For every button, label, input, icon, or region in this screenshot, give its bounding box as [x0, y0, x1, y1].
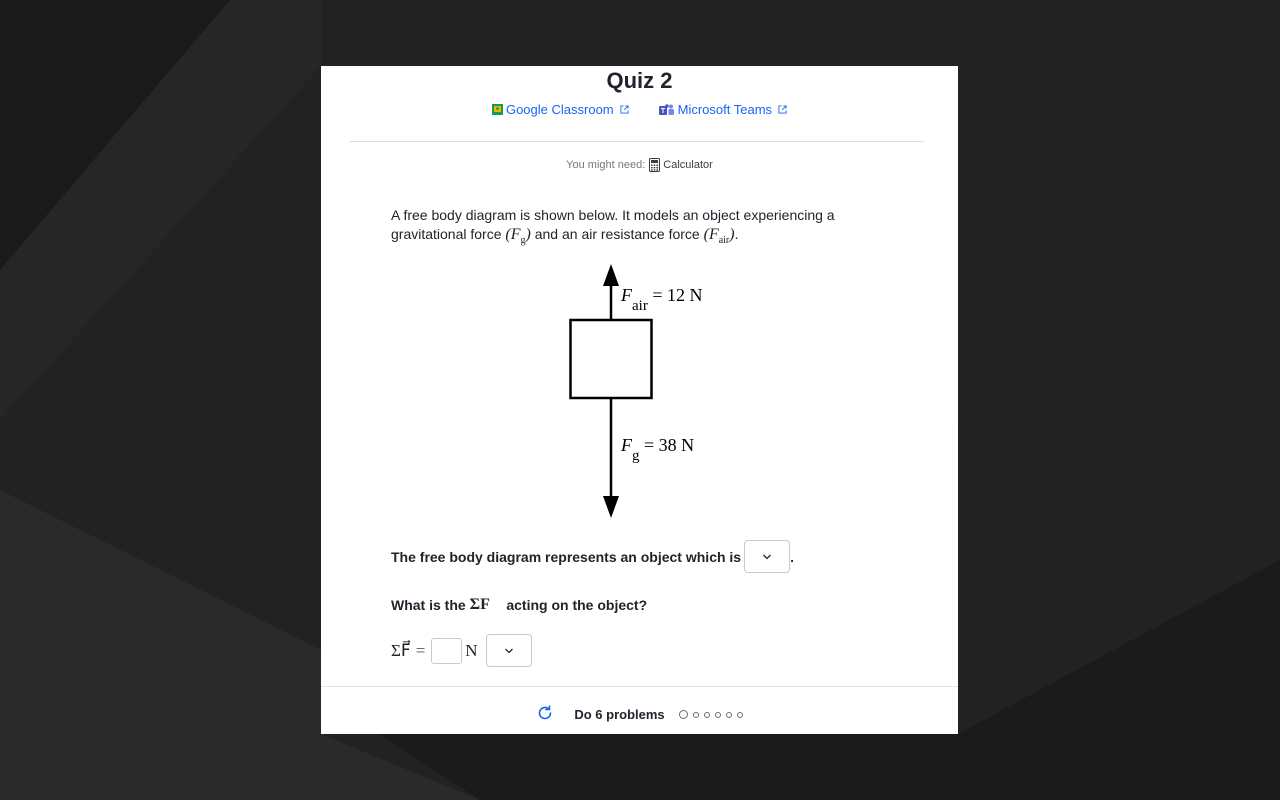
- google-classroom-label: Google Classroom: [505, 102, 614, 117]
- retry-button[interactable]: [536, 704, 554, 725]
- tools-row: You might need: Calculator: [321, 158, 958, 172]
- question-text: A free body diagram is shown below. It m…: [391, 206, 891, 250]
- problem-count-label: Do 6 problems: [574, 707, 665, 722]
- google-classroom-link[interactable]: Google Classroom: [491, 102, 629, 117]
- air-resistance-label: Fair = 12 N: [620, 285, 702, 314]
- external-link-icon: [778, 105, 787, 114]
- question-text-part3: .: [734, 226, 739, 242]
- tools-prefix: You might need:: [566, 159, 646, 171]
- quiz-card: Quiz 2 Google Classroom T Microsoft Team…: [321, 66, 958, 734]
- direction-dropdown[interactable]: [485, 634, 532, 667]
- calculator-link[interactable]: Calculator: [649, 158, 713, 172]
- progress-dot: [736, 711, 743, 718]
- motion-prompt-text: The free body diagram represents an obje…: [391, 548, 742, 565]
- progress-dot: [703, 711, 710, 718]
- fair-math: (Fair): [703, 226, 735, 247]
- question-text-part2: and an air resistance force: [530, 226, 704, 242]
- microsoft-teams-link[interactable]: T Microsoft Teams: [658, 102, 787, 117]
- free-body-diagram: Fair = 12 N Fg = 38 N: [569, 264, 702, 518]
- calculator-icon: [649, 158, 661, 172]
- calculator-label: Calculator: [663, 159, 713, 171]
- microsoft-teams-icon: T: [658, 103, 674, 115]
- fg-math: (Fg): [505, 226, 531, 247]
- motion-prompt-suffix: .: [790, 548, 794, 565]
- share-row: Google Classroom T Microsoft Teams: [321, 102, 958, 117]
- answer-row: ΣF⃗ = N: [391, 634, 532, 667]
- answer-unit: N: [465, 640, 478, 660]
- progress-dot: [678, 710, 688, 719]
- progress-dot: [725, 711, 732, 718]
- progress-dots: [678, 710, 743, 719]
- refresh-icon: [539, 705, 552, 720]
- progress-dot: [692, 711, 699, 718]
- answer-equals: =: [415, 640, 426, 660]
- chevron-down-icon: [504, 648, 513, 653]
- air-resistance-arrow-head: [603, 264, 619, 286]
- net-force-input[interactable]: [431, 637, 463, 664]
- net-force-prompt-after: acting on the object?: [506, 597, 648, 613]
- chevron-down-icon: [763, 554, 772, 559]
- gravity-label: Fg = 38 N: [620, 435, 694, 464]
- microsoft-teams-label: Microsoft Teams: [677, 102, 773, 117]
- header-divider: [350, 141, 924, 142]
- footer-divider: [321, 686, 958, 687]
- progress-dot: [714, 711, 721, 718]
- external-link-icon: [620, 105, 629, 114]
- google-classroom-icon: [491, 104, 503, 115]
- answer-lhs: ΣF⃗: [391, 640, 411, 660]
- net-force-symbol: ΣF⃗: [469, 596, 503, 613]
- gravity-arrow-head: [603, 496, 619, 518]
- svg-text:T: T: [660, 108, 665, 115]
- motion-prompt: The free body diagram represents an obje…: [391, 540, 794, 573]
- quiz-footer: Do 6 problems: [321, 704, 958, 725]
- net-force-prompt-before: What is the: [391, 597, 466, 613]
- net-force-prompt: What is the ΣF⃗ acting on the object?: [391, 596, 647, 614]
- object-box: [569, 318, 653, 400]
- page-title: Quiz 2: [606, 68, 673, 93]
- motion-dropdown[interactable]: [744, 540, 791, 573]
